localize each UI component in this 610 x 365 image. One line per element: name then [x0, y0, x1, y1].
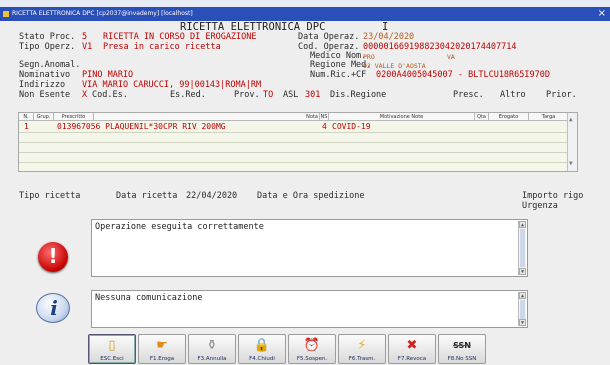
column-header-n: N.: [19, 113, 34, 121]
cod-es-label: Cod.Es.: [92, 90, 128, 100]
red-x-icon: ✖: [406, 338, 418, 353]
non-esente-label: Non Esente: [19, 90, 71, 100]
prescription-header-form: RICETTA ELETTRONICA DPC I Stato Proc. 5 …: [0, 21, 610, 110]
non-esente-flag: X: [82, 90, 88, 100]
hand-pointer-icon: ☛: [156, 338, 168, 353]
window-titlebar: RICETTA ELETTRONICA DPC [cp2037@invademy…: [0, 7, 610, 21]
alarm-clock-icon: ⏰: [303, 338, 321, 353]
row-separator: [19, 142, 569, 143]
medico-extra: VA: [447, 53, 455, 61]
scroll-down-arrow-icon[interactable]: ▼: [519, 268, 526, 275]
data-operaz-value: 23/04/2020: [363, 32, 415, 42]
prescription-table[interactable]: N. Grup. Prescritto Nota NS Motivazione …: [18, 112, 578, 172]
tipo-ricetta-label: Tipo ricetta: [19, 191, 81, 201]
row-separator: [19, 132, 569, 133]
prov-value: TO: [263, 90, 274, 100]
column-header-qta: Qta: [475, 113, 489, 121]
column-header-nota: Nota: [305, 113, 320, 121]
data-ricetta-value: 22/04/2020: [186, 191, 238, 201]
chiudi-button[interactable]: 🔒 F4.Chiudi: [238, 334, 286, 364]
sospendi-button[interactable]: ⏰ F5.Sospen.: [288, 334, 336, 364]
padlock-icon: 🔒: [253, 338, 271, 353]
segn-anomal-label: Segn.Anomal.: [19, 60, 81, 70]
app-icon: [3, 11, 9, 17]
window-title: RICETTA ELETTRONICA DPC [cp2037@invademy…: [12, 10, 193, 17]
textarea-scrollbar[interactable]: ▲ ▼: [518, 221, 526, 275]
communication-textarea[interactable]: Nessuna comunicazione ▲ ▼: [91, 290, 528, 328]
importo-rigo-label: Importo rigo: [522, 191, 584, 201]
row-separator: [19, 162, 569, 163]
error-icon: !: [38, 242, 68, 272]
column-header-prescritto: Prescritto: [54, 113, 94, 121]
scroll-up-arrow-icon[interactable]: ▲: [519, 292, 526, 299]
prov-label: Prov.: [234, 90, 260, 100]
operation-result-text: Operazione eseguita correttamente: [95, 222, 264, 232]
no-ssn-icon: SSN: [453, 341, 471, 350]
asl-label: ASL: [283, 90, 299, 100]
nominativo-label: Nominativo: [19, 70, 71, 80]
tipo-operz-code: V1: [82, 42, 93, 52]
indirizzo-label: Indirizzo: [19, 80, 66, 90]
urgenza-label: Urgenza: [522, 201, 558, 211]
scroll-down-arrow-icon[interactable]: ▼: [519, 319, 526, 326]
column-header-targa: Targa: [529, 113, 569, 121]
column-header-grup: Grup.: [34, 113, 54, 121]
stato-proc-label: Stato Proc.: [19, 32, 76, 42]
column-header-motivazione: Motivazione Note: [329, 113, 475, 121]
column-header-filler: [94, 113, 305, 121]
top-strip: [0, 0, 610, 7]
row-number-cell: 1: [24, 122, 29, 131]
lightning-icon: ⚡: [357, 338, 367, 353]
no-ssn-button[interactable]: SSN F8.No SSN: [438, 334, 486, 364]
data-operaz-label: Data Operaz.: [298, 32, 360, 42]
presc-label: Presc.: [453, 90, 484, 100]
data-ora-spedizione-label: Data e Ora spedizione: [257, 191, 365, 201]
scroll-up-arrow-icon[interactable]: ▲: [519, 221, 526, 228]
column-header-erogato: Erogato: [489, 113, 529, 121]
num-ric-label: Num.Ric.+CF: [310, 70, 367, 80]
scroll-down-arrow-icon[interactable]: ▼: [569, 160, 573, 167]
nominativo-value: PINO MARIO: [82, 70, 134, 80]
revoca-button[interactable]: ✖ F7.Revoca: [388, 334, 436, 364]
stato-proc-code: 5: [82, 32, 88, 42]
scroll-thumb[interactable]: [520, 229, 525, 267]
stato-proc-desc: RICETTA IN CORSO DI EROGAZIONE: [103, 32, 257, 42]
trasmetti-button[interactable]: ⚡ F6.Trasm.: [338, 334, 386, 364]
altro-label: Altro: [500, 90, 526, 100]
tipo-operz-desc: Presa in carico ricetta: [103, 42, 221, 52]
row-prescritto-cell: 013967056 PLAQUENIL*30CPR RIV 200MG: [57, 122, 226, 131]
operation-result-textarea[interactable]: Operazione eseguita correttamente ▲ ▼: [91, 219, 528, 277]
textarea-scrollbar[interactable]: ▲ ▼: [518, 292, 526, 326]
row-separator: [19, 152, 569, 153]
communication-text: Nessuna comunicazione: [95, 293, 203, 303]
eroga-button[interactable]: ☛ F1.Eroga: [138, 334, 186, 364]
asl-value: 301: [305, 90, 321, 100]
jar-icon: ⚱: [206, 338, 218, 353]
scroll-thumb[interactable]: [520, 300, 525, 320]
exit-door-icon: ▯: [108, 338, 116, 353]
cod-operaz-value: 000001669198823042020174407714: [363, 42, 517, 52]
annulla-button[interactable]: ⚱ F3.Annulla: [188, 334, 236, 364]
column-header-ns: NS: [320, 113, 329, 121]
es-red-label: Es.Red.: [170, 90, 206, 100]
row-ns-cell: 4: [322, 122, 327, 131]
table-scrollbar[interactable]: ▲ ▼: [567, 113, 577, 171]
data-ricetta-label: Data ricetta: [116, 191, 178, 201]
num-ric-value: 0200A4005045007 - BLTLCU18R65I970D: [376, 70, 550, 80]
exit-button[interactable]: ▯ ESC.Esci: [88, 334, 136, 364]
row-motivazione-cell: COVID-19: [332, 122, 371, 131]
scroll-up-arrow-icon[interactable]: ▲: [569, 116, 573, 123]
dis-regione-label: Dis.Regione: [330, 90, 387, 100]
prior-label: Prior.: [546, 90, 577, 100]
info-icon: i: [36, 293, 70, 323]
close-window-icon[interactable]: ×: [598, 7, 606, 21]
indirizzo-value: VIA MARIO CARUCCI, 99|00143|ROMA|RM: [82, 80, 262, 90]
tipo-operz-label: Tipo Operz.: [19, 42, 76, 52]
